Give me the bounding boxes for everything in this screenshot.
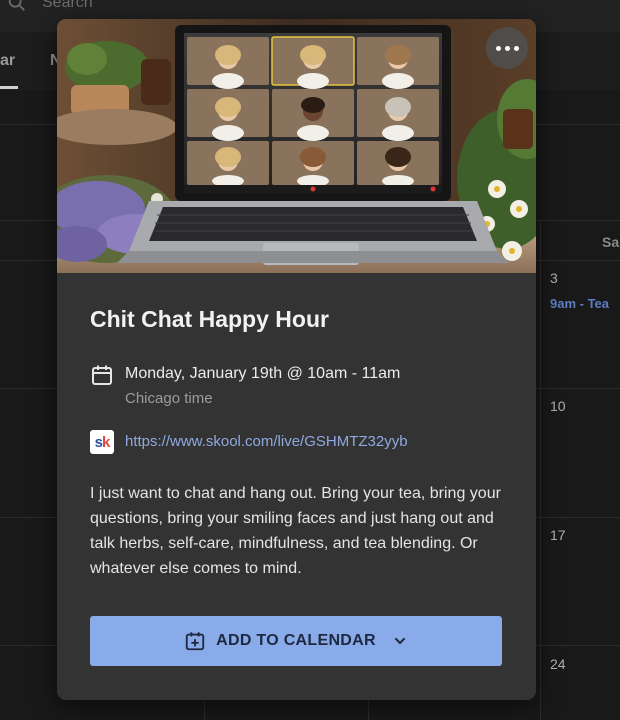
- event-timezone: Chicago time: [125, 390, 213, 407]
- event-modal: Chit Chat Happy Hour Monday, January 19t…: [57, 19, 536, 700]
- event-description: I just want to chat and hang out. Bring …: [90, 485, 501, 577]
- search-input[interactable]: Search: [42, 0, 93, 12]
- day-number: 3: [550, 270, 558, 286]
- event-date-row: Monday, January 19th @ 10am - 11am Chica…: [90, 364, 400, 408]
- grid-column-line: [540, 220, 541, 720]
- chevron-down-icon: [394, 637, 406, 645]
- event-link-row: sk https://www.skool.com/live/GSHMTZ32yy…: [90, 430, 408, 454]
- calendar-event[interactable]: 9am - Tea: [550, 296, 609, 311]
- event-title: Chit Chat Happy Hour: [90, 306, 329, 332]
- search-icon: [8, 0, 25, 11]
- day-number: 24: [550, 656, 566, 672]
- event-date: Monday, January 19th @ 10am - 11am: [125, 365, 401, 382]
- skool-logo-icon: sk: [90, 430, 114, 454]
- active-tab-indicator: [0, 86, 18, 89]
- laptop-video-call-illustration: [57, 19, 536, 273]
- add-to-calendar-button[interactable]: ADD TO CALENDAR: [90, 616, 502, 666]
- more-options-button[interactable]: [486, 27, 528, 69]
- more-horizontal-icon: [513, 45, 519, 51]
- calendar-add-icon: [185, 632, 205, 651]
- day-number: 17: [550, 527, 566, 543]
- event-cover-image: [57, 19, 536, 273]
- day-number: 10: [550, 398, 566, 414]
- tab-calendar[interactable]: ar: [0, 52, 15, 70]
- add-to-calendar-label: ADD TO CALENDAR: [216, 632, 376, 649]
- calendar-icon: [92, 365, 112, 385]
- more-horizontal-icon: [495, 45, 501, 51]
- event-link[interactable]: https://www.skool.com/live/GSHMTZ32yyb: [125, 430, 408, 454]
- more-horizontal-icon: [504, 45, 510, 51]
- weekday-header: Sa: [602, 234, 620, 250]
- search-bar[interactable]: Search: [6, 0, 93, 14]
